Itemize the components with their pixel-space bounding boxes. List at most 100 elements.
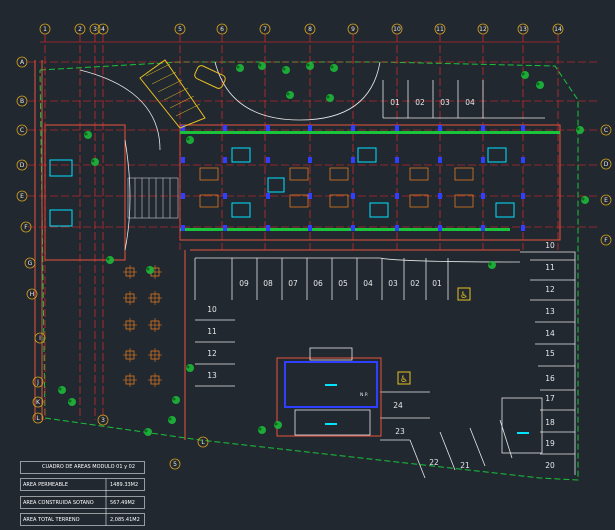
tree-shade [286,92,290,96]
axis-left-bubble: B [16,95,28,107]
column [481,225,485,231]
parking-left-label: 13 [207,371,217,380]
axis-top-bubble: 1 [39,23,51,35]
parking-row-label: 08 [263,279,273,288]
column [395,157,399,163]
bed [289,194,309,208]
parking-right-label: 15 [545,349,555,358]
tree-shade [186,365,190,369]
tree-shade [172,397,176,401]
parking-row-label: 04 [363,279,373,288]
axis-bubble-label: L [201,439,205,446]
bed [454,194,474,208]
axis-bubble-label: 3 [101,417,105,424]
parking-top-label: 02 [415,98,425,107]
bed [199,167,219,181]
column [266,157,270,163]
column [308,225,312,231]
tree-shade [521,72,525,76]
axis-bubble-label: 12 [479,26,487,33]
parking-row-label: 06 [313,279,323,288]
bed [329,167,349,181]
parking-top-lines [382,80,545,119]
column [438,193,442,199]
axis-bubble-label: F [24,224,28,231]
column [395,225,399,231]
axis-bubble-label: 14 [554,26,562,33]
axis-left-bubble: D [16,159,28,171]
axis-bubble-label: F [604,237,608,244]
table-with-chairs [123,373,137,387]
column [308,157,312,163]
axis-left-bubble: E [16,190,28,202]
table-with-chairs [123,265,137,279]
axis-top-bubble: 10 [391,23,403,35]
tree [536,81,544,89]
parking-right-label: 17 [545,394,555,403]
axis-bubbles-left: A B C D E F G H I J K L [16,56,46,424]
axis-bubble-label: D [604,161,609,168]
tree-shade [58,387,62,391]
tree [168,416,176,424]
table-with-chairs [123,348,137,362]
column [223,157,227,163]
tree [58,386,66,394]
parking-right-labels: 10 11 12 13 14 15 16 17 18 19 20 [545,241,555,470]
axis-top-bubble: 11 [434,23,446,35]
tree [172,396,180,404]
tree-shade [144,429,148,433]
parking-top-label: 03 [440,98,450,107]
parking-left-labels: 10 11 12 13 [207,305,217,380]
stairs [127,177,179,219]
table-with-chairs [123,291,137,305]
axis-right-bubble: F [600,234,612,246]
parking-row-label: 07 [288,279,298,288]
tree [581,196,589,204]
svg-text:♿: ♿ [460,291,468,301]
axis-bubble-label: A [20,59,25,66]
tree [258,62,266,70]
tree [521,71,529,79]
axis-top-bubble: 13 [517,23,529,35]
column [351,193,355,199]
tree-shade [258,427,262,431]
tree-shade [91,159,95,163]
axis-bubble-label: B [20,98,24,105]
bed [199,194,219,208]
tree-shade [326,95,330,99]
tree [186,364,194,372]
axis-top-bubble: 6 [216,23,228,35]
tree-shade [488,262,492,266]
building-walls [34,60,561,440]
axis-right-bubble: D [600,158,612,170]
axis-top-bubble: 14 [552,23,564,35]
axis-bubble-label: C [20,127,24,134]
parking-diagonal-labels: 24 23 22 21 [393,401,470,470]
axis-bubble-label: E [604,197,608,204]
tree-shade [84,132,88,136]
axis-bubble-label: 5 [173,461,177,468]
axis-bubble-label: 1 [43,26,47,33]
parking-row-label: 09 [239,279,249,288]
parking-left-label: 11 [207,327,217,336]
table-with-chairs [148,373,162,387]
axis-bubble-label: H [30,291,35,298]
parking-row-label: 03 [388,279,398,288]
axis-top-bubble: 12 [477,23,489,35]
axis-bubble-label: 7 [263,26,267,33]
area-row-label: AREA PERMEABLE [23,482,68,488]
area-row-value: 2,085.41M2 [110,517,140,523]
tree [576,126,584,134]
tree-shade [576,127,580,131]
axis-bubbles-right: C D E F [600,124,612,246]
axis-top-bubble: 2 [74,23,86,35]
grid-lines-horizontal [28,61,600,228]
tree-shade [282,67,286,71]
axis-top-bubble: 9 [347,23,359,35]
column [351,157,355,163]
svg-text:♿: ♿ [400,375,408,385]
column [308,193,312,199]
table-with-chairs [148,291,162,305]
column [438,225,442,231]
column [521,125,525,131]
